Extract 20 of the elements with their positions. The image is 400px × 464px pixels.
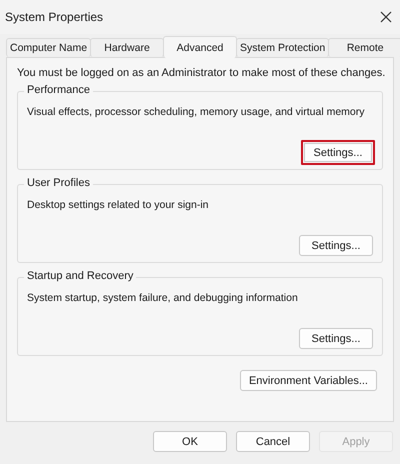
group-title: User Profiles — [24, 177, 93, 189]
notice-text: You must be logged on as an Administrator to make most of these changes. — [17, 67, 383, 79]
settings-button[interactable]: Settings... — [299, 328, 373, 349]
close-icon[interactable] — [379, 10, 393, 24]
dialog-button[interactable]: OK — [153, 431, 227, 452]
tab[interactable]: Remote — [328, 38, 400, 57]
group-description: Desktop settings related to your sign-in — [27, 199, 210, 211]
settings-button[interactable]: Settings... — [301, 140, 375, 165]
tab[interactable]: Hardware — [90, 38, 164, 57]
group-title: Performance — [24, 84, 93, 96]
window-title: System Properties — [5, 10, 104, 24]
group-description: Visual effects, processor scheduling, memory usage, and virtual memory — [27, 106, 366, 118]
settings-button[interactable]: Settings... — [299, 235, 373, 256]
group-title: Startup and Recovery — [24, 270, 136, 282]
tab[interactable]: Computer Name — [6, 38, 92, 57]
tab[interactable]: Advanced — [163, 36, 238, 58]
tab[interactable]: System Protection — [236, 38, 330, 57]
environment-variables-button[interactable]: Environment Variables... — [240, 370, 377, 391]
group-description: System startup, system failure, and debugging information — [27, 292, 299, 304]
dialog-button[interactable]: Cancel — [236, 431, 310, 452]
